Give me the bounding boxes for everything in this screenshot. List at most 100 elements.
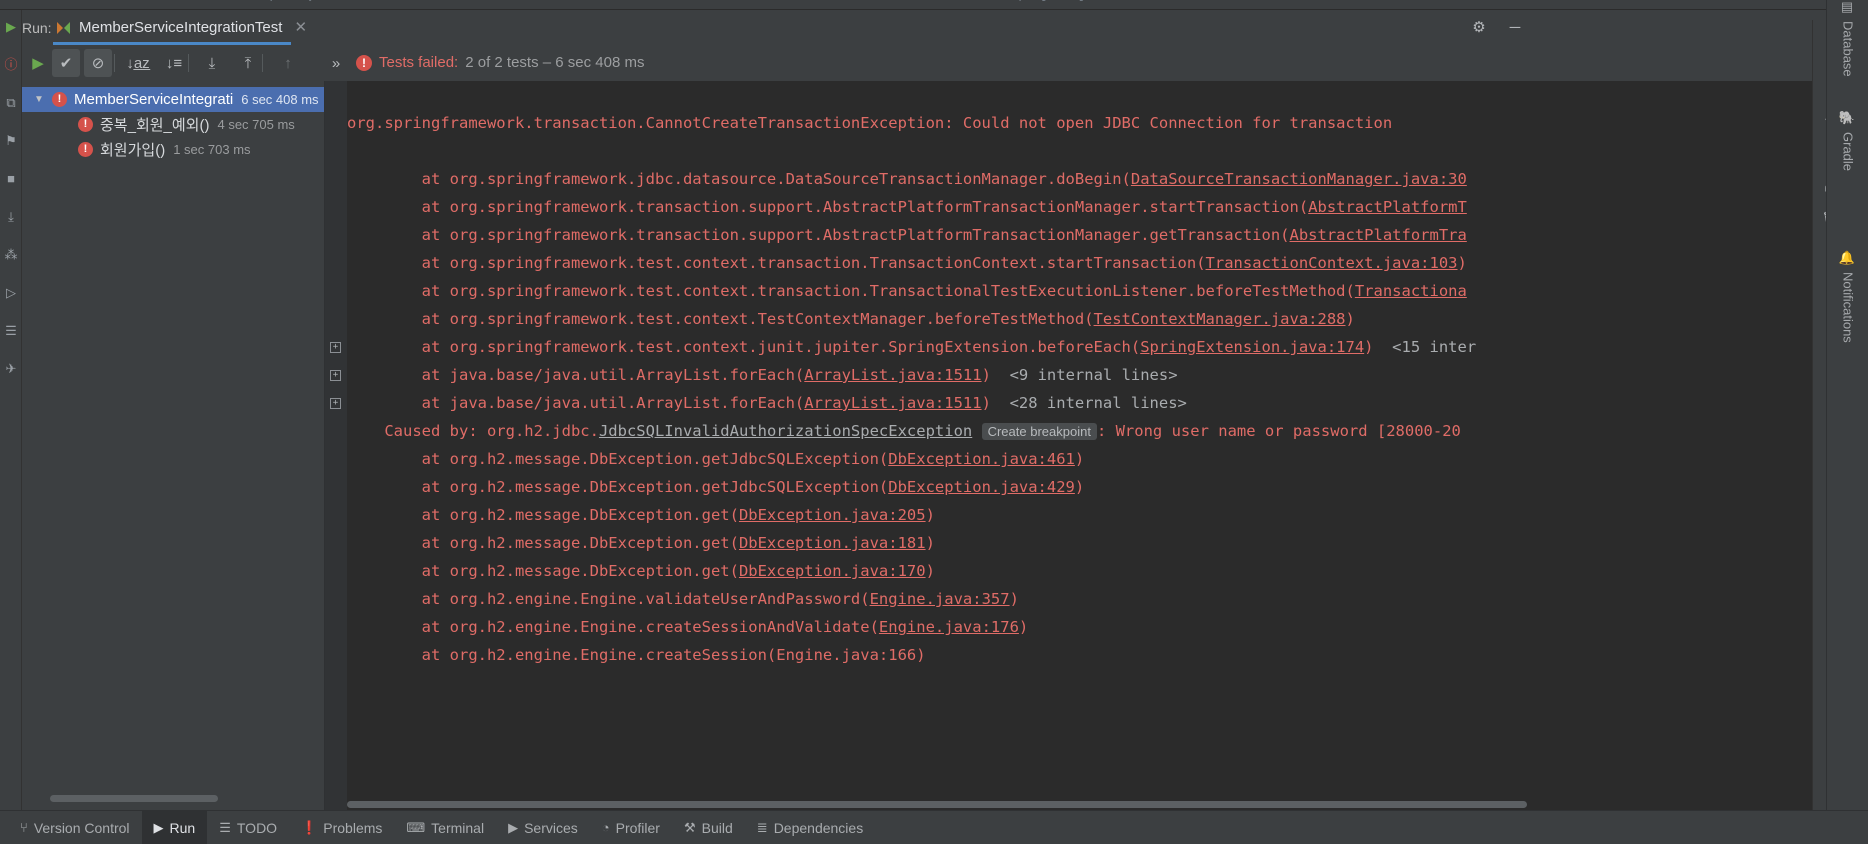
editor-tab-springconfig[interactable]: SpringConfig <box>1010 0 1085 1</box>
services-icon[interactable]: ⁂ <box>2 246 20 264</box>
stack-frame-link[interactable]: JdbcSQLInvalidAuthorizationSpecException <box>599 422 972 440</box>
internal-lines-note: <28 internal lines> <box>990 394 1187 412</box>
bookmarks-icon[interactable]: ⚑ <box>2 132 20 150</box>
commit-icon[interactable]: ⤓ <box>2 208 20 226</box>
console-line: at org.h2.engine.Engine.createSessionAnd… <box>347 618 1029 636</box>
editor-tab-jdbcmemberrepository[interactable]: JdbcMemberRepository <box>178 0 315 1</box>
stack-frame-link[interactable]: Transactiona <box>1355 282 1467 300</box>
test-tree-item[interactable]: ! 회원가입() 1 sec 703 ms <box>22 137 324 162</box>
problems-icon[interactable]: ⓘ <box>2 56 20 74</box>
settings-icon[interactable]: ⚙ <box>1470 19 1488 37</box>
run-configuration-tab[interactable]: MemberServiceIntegrationTest ✕ <box>49 10 317 45</box>
expand-frames-icon[interactable]: + <box>330 370 341 381</box>
previous-failure-button[interactable]: ↑ <box>274 49 302 77</box>
build-icon: ⚒ <box>683 820 696 835</box>
run-tab-label: MemberServiceIntegrationTest <box>79 19 283 36</box>
rerun-tests-button[interactable]: ▶ <box>24 49 52 77</box>
stack-frame-link[interactable]: DbException.java:429 <box>888 478 1075 496</box>
console-line: at org.springframework.test.context.tran… <box>347 282 1467 300</box>
test-output-console[interactable]: org.springframework.transaction.CannotCr… <box>325 81 1812 810</box>
bottom-bar-item-dependencies[interactable]: ≣ Dependencies <box>745 811 875 844</box>
create-breakpoint-badge[interactable]: Create breakpoint <box>981 423 1097 440</box>
console-line: at org.h2.engine.Engine.validateUserAndP… <box>347 590 1019 608</box>
test-tree-root[interactable]: ▼! MemberServiceIntegrati 6 sec 408 ms <box>22 87 324 112</box>
bottom-bar-label: Terminal <box>431 819 485 836</box>
profiler-icon: ◔ <box>601 820 610 835</box>
todo-icon: ☰ <box>219 820 231 835</box>
bottom-bar-item-todo[interactable]: ☰ TODO <box>207 811 289 844</box>
stack-frame-link[interactable]: TransactionContext.java:103 <box>1206 254 1458 272</box>
toolbar-separator <box>114 54 115 72</box>
build-icon[interactable]: ■ <box>2 170 20 188</box>
dependencies-icon: ≣ <box>756 820 768 835</box>
stack-frame-link[interactable]: DataSourceTransactionManager.java:30 <box>1131 170 1467 188</box>
stack-frame-link[interactable]: DbException.java:181 <box>739 534 926 552</box>
bottom-bar-item-services[interactable]: ▶ Services <box>496 811 590 844</box>
database-icon: ▤ <box>1840 0 1856 15</box>
tree-horizontal-scrollbar[interactable] <box>50 795 218 802</box>
bottom-bar-item-version-control[interactable]: ⑂ Version Control <box>8 811 142 844</box>
collapse-all-button[interactable]: ⤒ <box>234 49 262 77</box>
version-control-icon: ⑂ <box>20 820 28 835</box>
terminal-icon[interactable]: ▷ <box>2 284 20 302</box>
run-icon: ▶ <box>153 820 164 835</box>
test-failed-icon: ! <box>52 92 67 107</box>
stack-frame-link[interactable]: DbException.java:205 <box>739 506 926 524</box>
expand-frames-icon[interactable]: + <box>330 342 341 353</box>
editor-tab-memberservice[interactable]: MemberService <box>700 0 791 1</box>
bottom-bar-item-terminal[interactable]: ⌨ Terminal <box>394 811 496 844</box>
expand-all-button[interactable]: ⤓ <box>198 49 226 77</box>
tool-strip-label: Database <box>1840 21 1856 77</box>
gradle-tool-label[interactable]: 🐘 Gradle <box>1827 110 1868 171</box>
console-horizontal-scrollbar[interactable] <box>347 801 1527 808</box>
chevron-down-icon[interactable]: ▼ <box>34 94 48 105</box>
bottom-bar-item-problems[interactable]: ❗ Problems <box>289 811 394 844</box>
console-line: + at org.springframework.test.context.ju… <box>325 333 1812 361</box>
profiler-icon[interactable]: ✈ <box>2 360 20 378</box>
bell-icon: 🔔 <box>1840 250 1856 266</box>
todo-icon[interactable]: ☰ <box>2 322 20 340</box>
bottom-bar-label: Profiler <box>615 819 660 836</box>
stack-frame-link[interactable]: DbException.java:461 <box>888 450 1075 468</box>
console-line: at org.springframework.test.context.tran… <box>347 254 1467 272</box>
bottom-bar-item-run[interactable]: ▶ Run <box>141 810 208 844</box>
sort-by-duration-button[interactable]: ↓≡ <box>160 49 188 77</box>
close-icon[interactable]: ✕ <box>294 20 307 35</box>
console-lines: org.springframework.transaction.CannotCr… <box>325 81 1812 669</box>
stack-frame-link[interactable]: Engine.java:357 <box>870 590 1010 608</box>
run-icon[interactable]: ▶ <box>2 18 20 36</box>
console-line: at org.h2.message.DbException.getJdbcSQL… <box>347 450 1085 468</box>
test-tree-panel[interactable]: ▼! MemberServiceIntegrati 6 sec 408 ms! 중복_… <box>22 81 325 810</box>
stack-frame-link[interactable]: TestContextManager.java:288 <box>1094 310 1346 328</box>
run-tool-window: Run: MemberServiceIntegrationTest ✕ ⚙ ─ … <box>22 10 1848 820</box>
test-tree-item[interactable]: ! 중복_회원_예외() 4 sec 705 ms <box>22 112 324 137</box>
bottom-bar-item-profiler[interactable]: ◔ Profiler <box>590 811 672 844</box>
stack-frame-link[interactable]: SpringExtension.java:174 <box>1140 338 1364 356</box>
expand-frames-icon[interactable]: + <box>330 398 341 409</box>
minimize-icon[interactable]: ─ <box>1506 19 1524 37</box>
stack-frame-link[interactable]: AbstractPlatformTra <box>1290 226 1467 244</box>
notifications-tool-label[interactable]: 🔔 Notifications <box>1827 250 1868 343</box>
show-passed-toggle[interactable]: ✔ <box>52 49 80 77</box>
stack-frame-link[interactable]: ArrayList.java:1511 <box>804 394 981 412</box>
stack-frame-link[interactable]: DbException.java:170 <box>739 562 926 580</box>
editor-tab-strip: JdbcMemberRepository MemberService Sprin… <box>0 0 1868 10</box>
test-name: 중복_회원_예외() <box>100 117 210 134</box>
console-line: at org.h2.engine.Engine.createSession(En… <box>347 646 926 664</box>
structure-icon[interactable]: ⧉ <box>2 94 20 112</box>
editor-tab-label: JdbcMemberRepository <box>178 0 315 1</box>
sort-alphabetically-button[interactable]: ↓a̲z̲ <box>124 49 152 77</box>
show-ignored-toggle[interactable]: ⊘ <box>84 49 112 77</box>
console-line: at org.springframework.transaction.suppo… <box>347 226 1467 244</box>
stack-frame-link[interactable]: Engine.java:176 <box>879 618 1019 636</box>
test-duration: 1 sec 703 ms <box>173 142 251 157</box>
bottom-bar-item-build[interactable]: ⚒ Build <box>672 811 745 844</box>
editor-tab-label: MemberService <box>700 0 791 1</box>
stack-frame-link[interactable]: AbstractPlatformT <box>1308 198 1467 216</box>
left-tool-rail: ▶ ⓘ ⧉ ⚑ ■ ⤓ ⁂ ▷ ☰ ✈ <box>0 10 22 810</box>
database-tool-label[interactable]: ▤ Database <box>1827 0 1868 77</box>
internal-lines-note: <9 internal lines> <box>990 366 1178 384</box>
test-name: MemberServiceIntegrati <box>74 91 234 108</box>
more-actions-button[interactable]: » <box>322 49 350 77</box>
stack-frame-link[interactable]: ArrayList.java:1511 <box>804 366 981 384</box>
